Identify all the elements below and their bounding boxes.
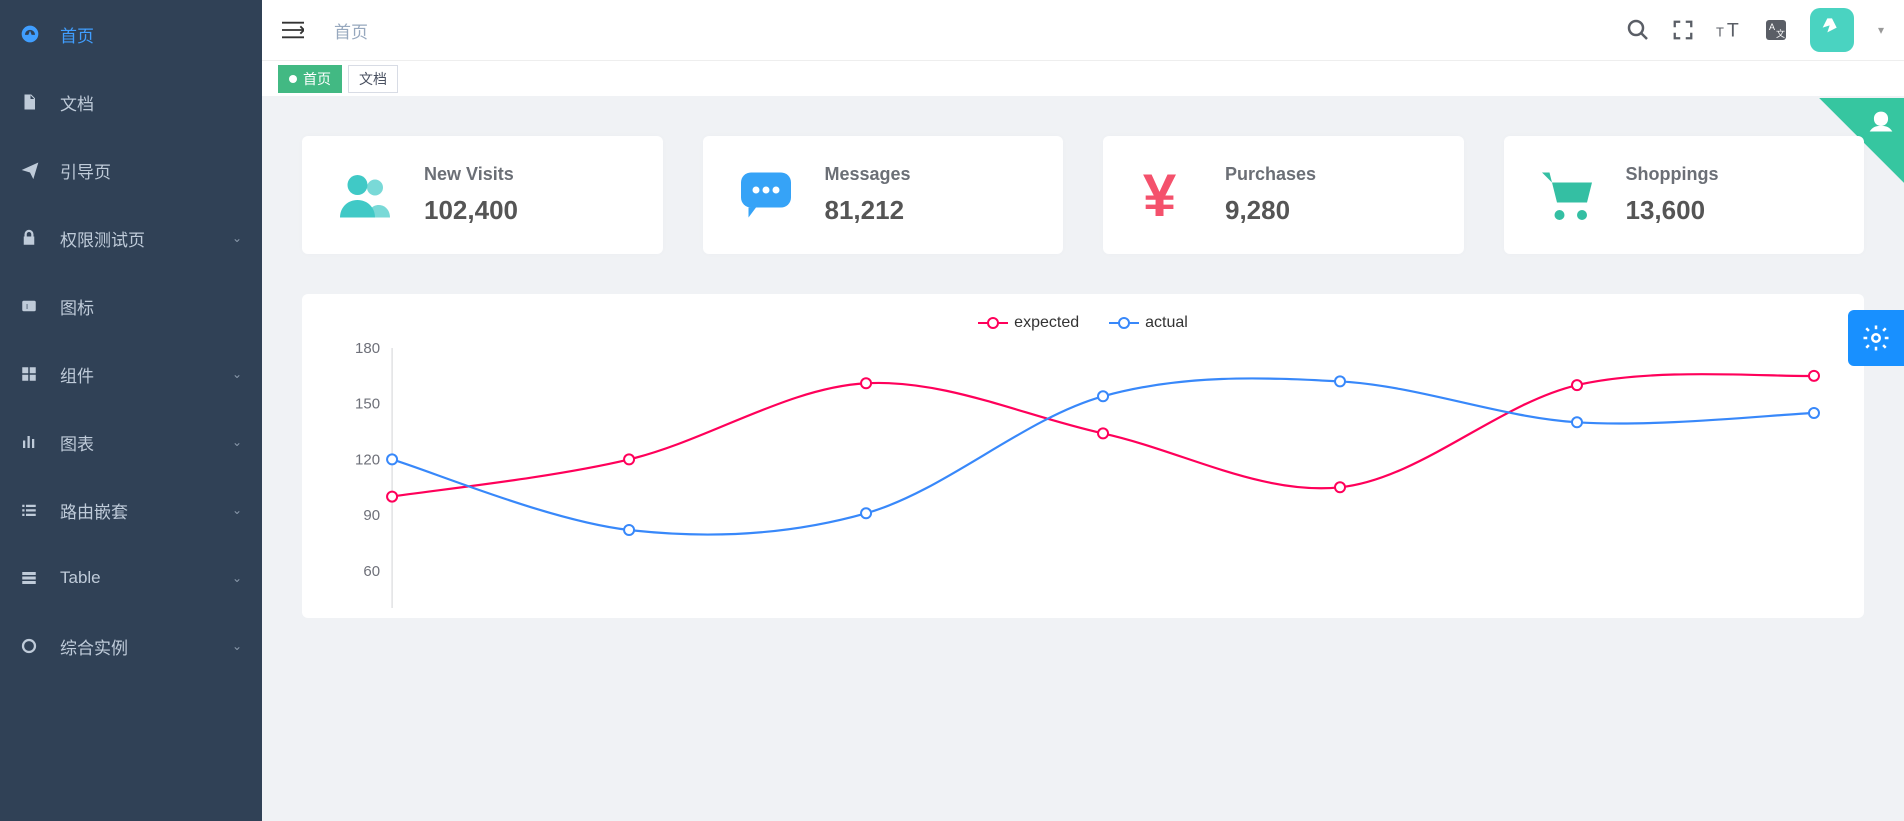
stat-title: New Visits [424,164,518,185]
legend-actual[interactable]: actual [1109,314,1188,332]
sidebar-item-label: 文档 [60,90,242,115]
sidebar-item-table[interactable]: Table ⌄ [0,544,262,612]
chevron-down-icon: ⌄ [232,231,242,245]
chevron-down-icon: ⌄ [232,435,242,449]
svg-text:150: 150 [355,396,380,413]
topbar: 首页 TT A文 ▾ [262,0,1904,60]
hamburger-icon[interactable] [282,21,304,39]
breadcrumb: 首页 [334,18,368,43]
tag-label: 首页 [303,69,331,89]
sidebar-item-guide[interactable]: 引导页 [0,136,262,204]
sidebar-item-components[interactable]: 组件 ⌄ [0,340,262,408]
yen-icon: ¥ [1131,160,1201,230]
svg-text:90: 90 [363,507,380,524]
people-icon [330,160,400,230]
tag-docs[interactable]: 文档 [348,65,398,93]
tags-bar: 首页 文档 [262,60,1904,96]
table-icon [20,569,48,587]
sidebar-item-label: 权限测试页 [60,226,232,251]
svg-text:I: I [26,302,28,311]
legend-marker-icon [1109,316,1139,330]
cart-icon [1532,160,1602,230]
svg-text:A: A [1769,22,1775,32]
sidebar-item-permission[interactable]: 权限测试页 ⌄ [0,204,262,272]
fullscreen-icon[interactable] [1672,19,1694,41]
sidebar-item-label: 综合实例 [60,634,232,659]
tag-home[interactable]: 首页 [278,65,342,93]
legend-label: actual [1145,314,1188,332]
sidebar-item-label: 组件 [60,362,232,387]
stat-card-purchases[interactable]: ¥ Purchases 9,280 [1103,136,1464,254]
svg-text:180: 180 [355,340,380,357]
sidebar-item-icons[interactable]: I 图标 [0,272,262,340]
chevron-down-icon: ⌄ [232,571,242,585]
message-icon [731,160,801,230]
fontsize-icon[interactable]: TT [1716,19,1742,41]
svg-text:T: T [1716,25,1724,40]
stat-title: Purchases [1225,164,1316,185]
stat-card-messages[interactable]: Messages 81,212 [703,136,1064,254]
gear-icon [1861,323,1891,353]
sidebar-item-home[interactable]: 首页 [0,0,262,68]
svg-text:文: 文 [1776,28,1785,39]
stat-value: 102,400 [424,195,518,226]
chart-legend: expected actual [332,314,1834,332]
legend-label: expected [1014,314,1079,332]
chevron-down-icon: ⌄ [232,503,242,517]
lock-icon [20,228,48,248]
stat-title: Messages [825,164,911,185]
avatar[interactable] [1810,8,1854,52]
icons-icon: I [20,297,48,315]
sidebar-item-label: 路由嵌套 [60,498,232,523]
svg-text:T: T [1727,20,1739,42]
stat-title: Shoppings [1626,164,1719,185]
dropdown-caret-icon[interactable]: ▾ [1878,23,1884,37]
dashboard-icon [20,24,48,44]
stat-card-shoppings[interactable]: Shoppings 13,600 [1504,136,1865,254]
sidebar-item-label: Table [60,568,232,588]
svg-text:60: 60 [363,563,380,580]
sidebar-item-charts[interactable]: 图表 ⌄ [0,408,262,476]
sidebar-item-label: 引导页 [60,158,242,183]
legend-expected[interactable]: expected [978,314,1079,332]
paper-plane-icon [20,160,48,180]
stat-value: 13,600 [1626,195,1719,226]
list-icon [20,501,48,519]
circle-icon [20,637,48,655]
document-icon [20,92,48,112]
settings-fab[interactable] [1848,310,1904,366]
stat-card-new-visits[interactable]: New Visits 102,400 [302,136,663,254]
sidebar: 首页 文档 引导页 权限测试页 ⌄ I 图标 [0,0,262,821]
search-icon[interactable] [1626,18,1650,42]
dashboard-content: New Visits 102,400 Messages 81,212 ¥ [262,96,1904,821]
line-chart-panel: expected actual 60 90 120 150 180 [302,294,1864,618]
translate-icon[interactable]: A文 [1764,18,1788,42]
sidebar-item-example[interactable]: 综合实例 ⌄ [0,612,262,680]
svg-text:¥: ¥ [1143,165,1177,225]
svg-text:120: 120 [355,451,380,468]
sidebar-item-label: 图表 [60,430,232,455]
chevron-down-icon: ⌄ [232,367,242,381]
sidebar-item-label: 首页 [60,22,242,47]
tag-label: 文档 [359,69,387,89]
sidebar-item-nested[interactable]: 路由嵌套 ⌄ [0,476,262,544]
stat-value: 9,280 [1225,195,1316,226]
sidebar-item-docs[interactable]: 文档 [0,68,262,136]
main-area: 首页 TT A文 ▾ 首页 [262,0,1904,821]
grid-icon [20,365,48,383]
chart-icon [20,433,48,451]
chevron-down-icon: ⌄ [232,639,242,653]
sidebar-item-label: 图标 [60,294,242,319]
legend-marker-icon [978,316,1008,330]
stat-value: 81,212 [825,195,911,226]
line-chart: 60 90 120 150 180 [332,338,1834,618]
